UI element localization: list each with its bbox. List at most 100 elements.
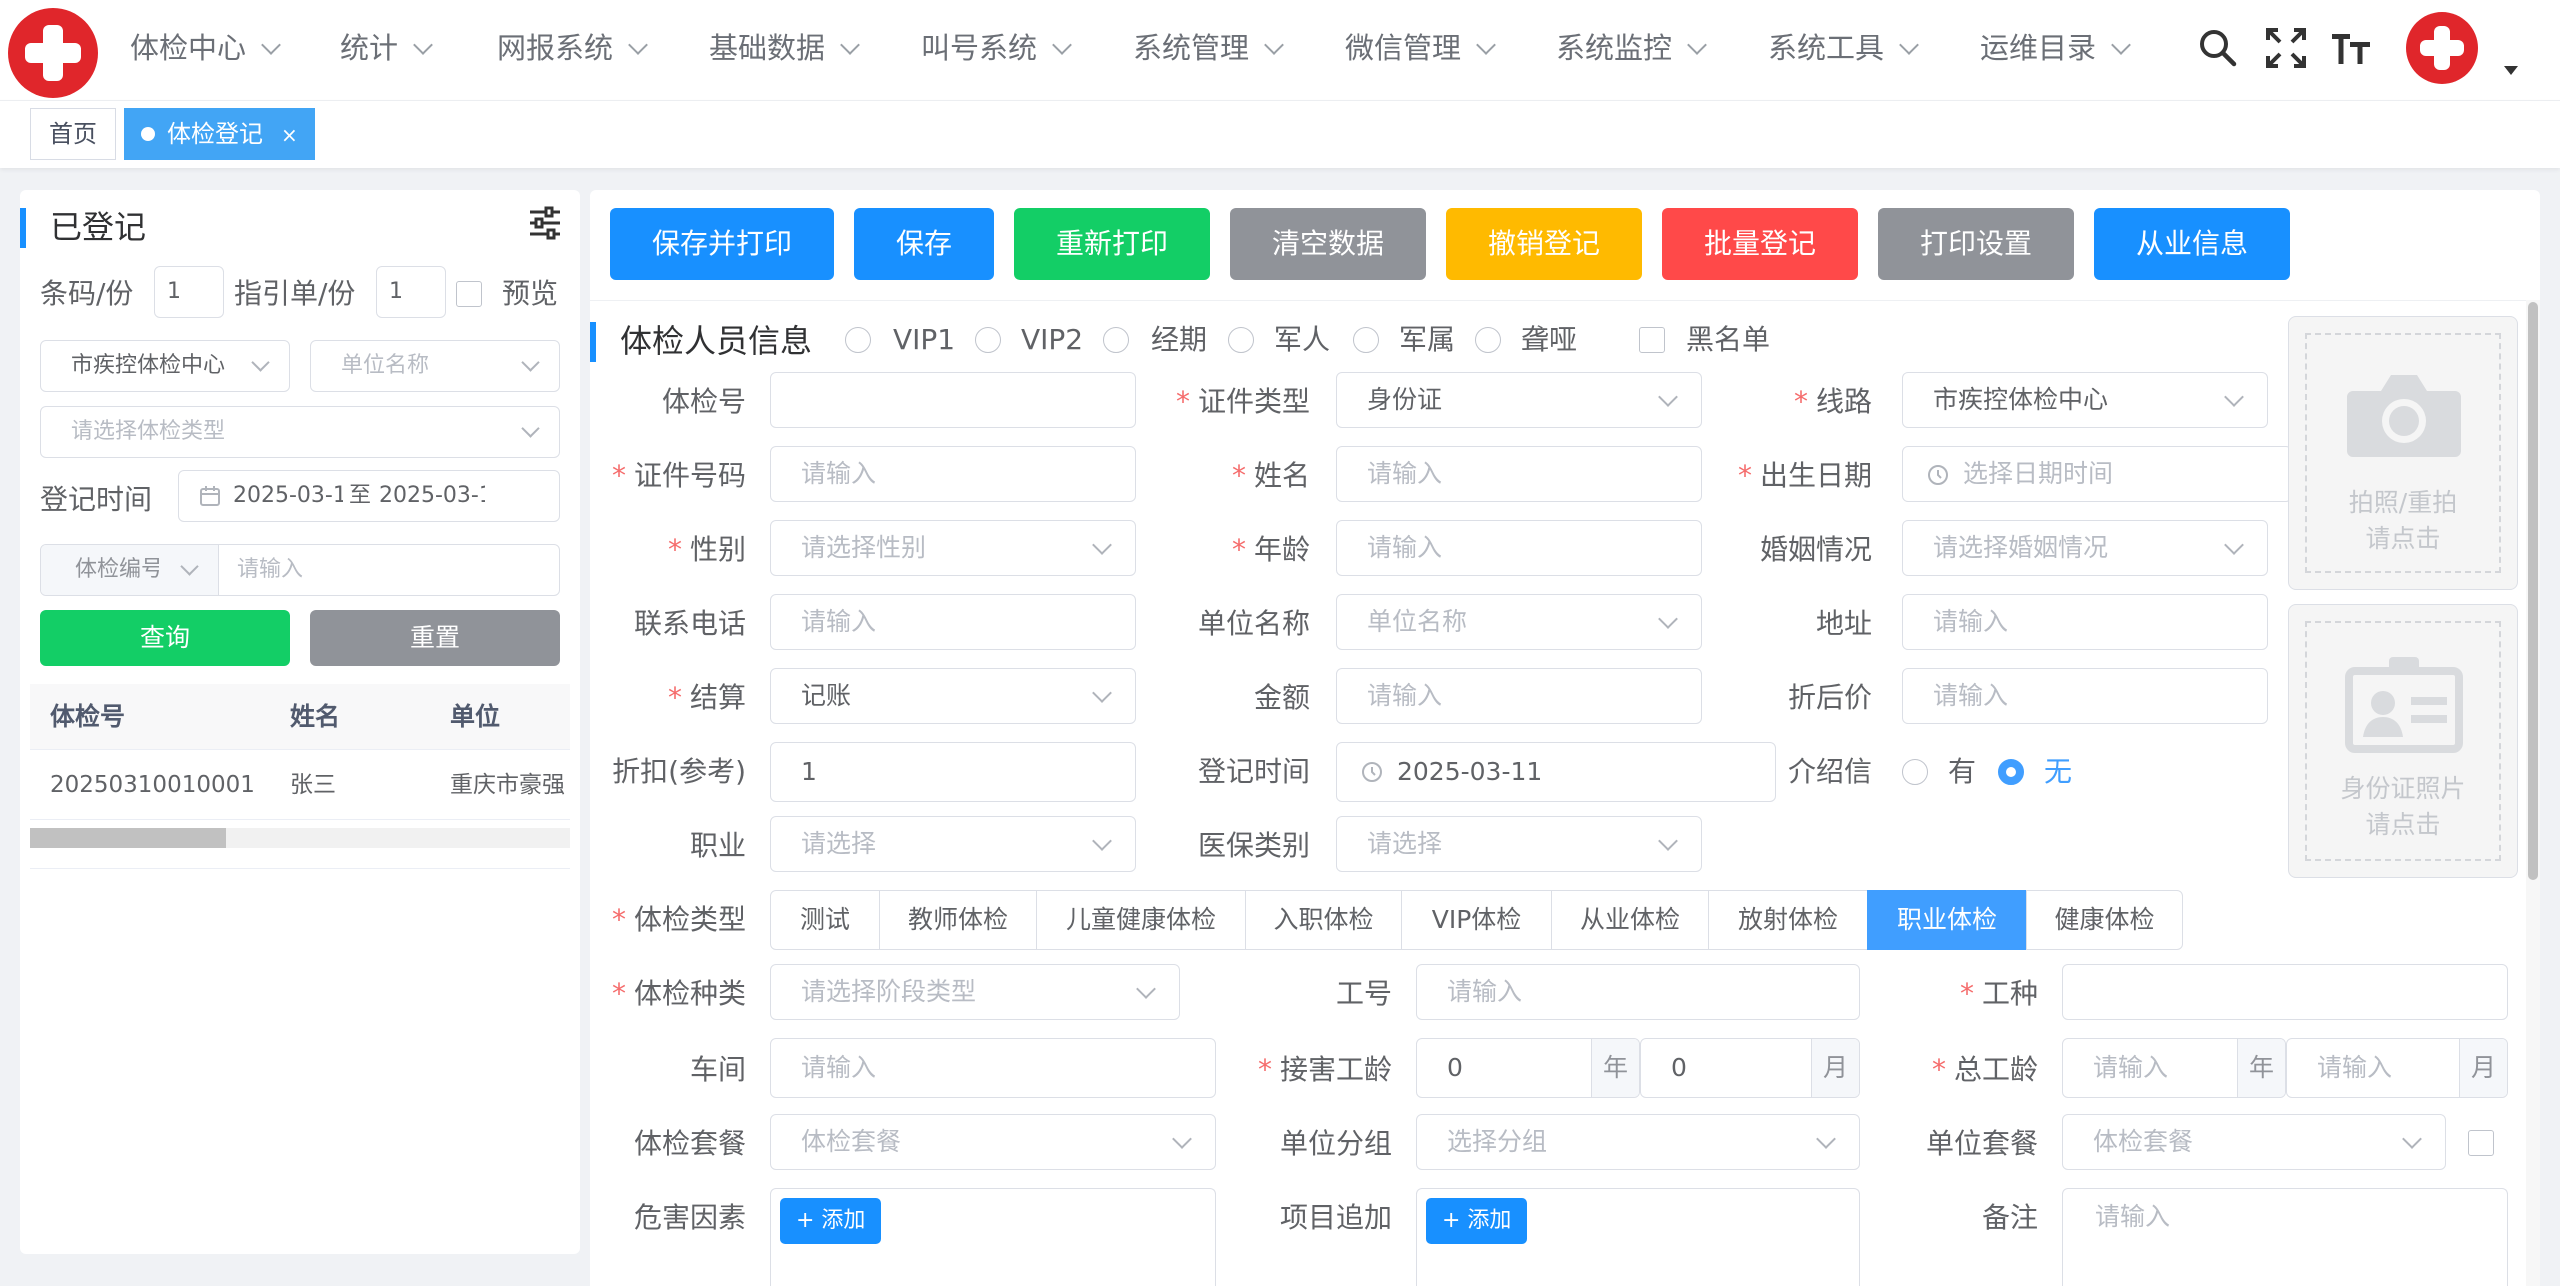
input-placeholder: 请输入 xyxy=(801,459,877,488)
exam-type-vip[interactable]: VIP体检 xyxy=(1401,890,1552,950)
search-field-selector[interactable]: 体检编号 xyxy=(41,545,219,595)
birth-date-picker[interactable]: 选择日期时间 xyxy=(1902,446,2292,502)
route-select[interactable]: 市疾控体检中心 xyxy=(1902,372,2268,428)
center-select[interactable]: 市疾控体检中心 xyxy=(40,340,290,392)
exam-type-employment[interactable]: 从业体检 xyxy=(1551,890,1709,950)
add-item-button[interactable]: + 添加 xyxy=(1426,1198,1528,1244)
amount-input[interactable]: 请输入 xyxy=(1336,668,1702,724)
nav-ops-catalog[interactable]: 运维目录 xyxy=(1980,28,2131,68)
exam-type-teacher[interactable]: 教师体检 xyxy=(879,890,1037,950)
clear-data-button[interactable]: 清空数据 xyxy=(1230,208,1426,280)
reg-time-picker[interactable]: 2025-03-11 xyxy=(1336,742,1776,802)
discount-price-input[interactable]: 请输入 xyxy=(1902,668,2268,724)
photo-capture-box[interactable]: 拍照/重拍 请点击 xyxy=(2288,316,2518,590)
caret-down-icon[interactable] xyxy=(2504,66,2518,75)
age-input[interactable]: 请输入 xyxy=(1336,520,1702,576)
save-button[interactable]: 保存 xyxy=(854,208,994,280)
nav-queue-system[interactable]: 叫号系统 xyxy=(921,28,1072,68)
exam-type-select[interactable]: 请选择体检类型 xyxy=(40,406,560,458)
unit-select[interactable]: 单位名称 xyxy=(1336,594,1702,650)
unit-group-select[interactable]: 选择分组 xyxy=(1416,1114,1860,1170)
workshop-input[interactable]: 请输入 xyxy=(770,1038,1216,1098)
military-family-radio[interactable] xyxy=(1353,327,1379,353)
exam-type-test[interactable]: 测试 xyxy=(770,890,880,950)
avatar[interactable] xyxy=(2406,12,2478,84)
vip2-radio[interactable] xyxy=(975,327,1001,353)
name-input[interactable]: 请输入 xyxy=(1336,446,1702,502)
close-icon[interactable]: × xyxy=(281,123,298,147)
remark-textarea[interactable]: 请输入 xyxy=(2062,1188,2508,1286)
scrollbar-thumb[interactable] xyxy=(2528,302,2538,880)
exposure-month-input[interactable]: 0月 xyxy=(1640,1038,1860,1098)
unit-select[interactable]: 单位名称 xyxy=(310,340,560,392)
add-hazard-button[interactable]: + 添加 xyxy=(780,1198,882,1244)
id-type-select[interactable]: 身份证 xyxy=(1336,372,1702,428)
soldier-radio[interactable] xyxy=(1228,327,1254,353)
gender-select[interactable]: 请选择性别 xyxy=(770,520,1136,576)
font-size-icon[interactable] xyxy=(2330,26,2374,70)
work-no-input[interactable]: 请输入 xyxy=(1416,964,1860,1020)
total-month-input[interactable]: 请输入 月 xyxy=(2286,1038,2508,1098)
query-button[interactable]: 查询 xyxy=(40,610,290,666)
save-and-print-button[interactable]: 保存并打印 xyxy=(610,208,834,280)
horizontal-scrollbar[interactable] xyxy=(30,828,570,848)
nav-system-tools[interactable]: 系统工具 xyxy=(1768,28,1919,68)
exam-type-health[interactable]: 健康体检 xyxy=(2026,890,2183,950)
fullscreen-icon[interactable] xyxy=(2264,26,2308,70)
exposure-year-input[interactable]: 0年 xyxy=(1416,1038,1640,1098)
nav-tijian-center[interactable]: 体检中心 xyxy=(130,28,281,68)
exam-no-input[interactable] xyxy=(770,372,1136,428)
vip1-radio[interactable] xyxy=(845,327,871,353)
print-settings-button[interactable]: 打印设置 xyxy=(1878,208,2074,280)
unit-package-select[interactable]: 体检套餐 xyxy=(2062,1114,2446,1170)
exam-type-radiation[interactable]: 放射体检 xyxy=(1708,890,1868,950)
blacklist-checkbox[interactable] xyxy=(1639,327,1665,353)
scrollbar-thumb[interactable] xyxy=(30,828,226,848)
intro-yes-radio[interactable] xyxy=(1902,759,1928,785)
nav-system-monitor[interactable]: 系统监控 xyxy=(1556,28,1707,68)
intro-no-radio[interactable] xyxy=(1998,759,2024,785)
id-photo-box[interactable]: 身份证照片 请点击 xyxy=(2288,604,2518,878)
total-year-input[interactable]: 请输入 年 xyxy=(2062,1038,2286,1098)
settle-select[interactable]: 记账 xyxy=(770,668,1136,724)
exam-kind-select[interactable]: 请选择阶段类型 xyxy=(770,964,1180,1020)
cancel-registration-button[interactable]: 撤销登记 xyxy=(1446,208,1642,280)
reprint-button[interactable]: 重新打印 xyxy=(1014,208,1210,280)
exam-type-occupational[interactable]: 职业体检 xyxy=(1867,890,2027,950)
vertical-scrollbar[interactable] xyxy=(2526,300,2540,1286)
nav-system-manage[interactable]: 系统管理 xyxy=(1133,28,1284,68)
table-row[interactable]: 20250310010001 张三 重庆市豪强 xyxy=(30,750,570,820)
barcode-count-input[interactable]: 1 xyxy=(154,266,224,318)
guide-count-input[interactable]: 1 xyxy=(376,266,446,318)
deaf-mute-radio[interactable] xyxy=(1475,327,1501,353)
address-input[interactable]: 请输入 xyxy=(1902,594,2268,650)
preview-checkbox[interactable] xyxy=(456,281,482,307)
search-field-select[interactable]: 体检编号 请输入 xyxy=(40,544,560,596)
job-select[interactable]: 请选择 xyxy=(770,816,1136,872)
search-input[interactable]: 请输入 xyxy=(237,545,303,594)
marriage-select[interactable]: 请选择婚姻情况 xyxy=(1902,520,2268,576)
reset-button[interactable]: 重置 xyxy=(310,610,560,666)
phone-input[interactable]: 请输入 xyxy=(770,594,1136,650)
package-select[interactable]: 体检套餐 xyxy=(770,1114,1216,1170)
discount-input[interactable]: 1 xyxy=(770,742,1136,802)
date-range-picker[interactable]: 2025-03-10 至 2025-03-11 xyxy=(178,470,560,522)
employment-info-button[interactable]: 从业信息 xyxy=(2094,208,2290,280)
batch-register-button[interactable]: 批量登记 xyxy=(1662,208,1858,280)
exam-type-onboarding[interactable]: 入职体检 xyxy=(1245,890,1402,950)
period-radio[interactable] xyxy=(1103,327,1129,353)
tag-exam-registration[interactable]: 体检登记 × xyxy=(124,108,315,160)
year-suffix: 年 xyxy=(1591,1039,1639,1097)
nav-wechat-manage[interactable]: 微信管理 xyxy=(1345,28,1496,68)
tag-home[interactable]: 首页 xyxy=(30,108,116,160)
nav-base-data[interactable]: 基础数据 xyxy=(709,28,860,68)
nav-online-report[interactable]: 网报系统 xyxy=(497,28,648,68)
nav-statistics[interactable]: 统计 xyxy=(340,28,433,68)
exam-type-child[interactable]: 儿童健康体检 xyxy=(1036,890,1246,950)
work-type-input[interactable] xyxy=(2062,964,2508,1020)
id-no-input[interactable]: 请输入 xyxy=(770,446,1136,502)
search-icon[interactable] xyxy=(2196,26,2240,70)
unit-package-checkbox[interactable] xyxy=(2468,1130,2494,1156)
settings-sliders-icon[interactable] xyxy=(528,206,562,240)
insurance-select[interactable]: 请选择 xyxy=(1336,816,1702,872)
